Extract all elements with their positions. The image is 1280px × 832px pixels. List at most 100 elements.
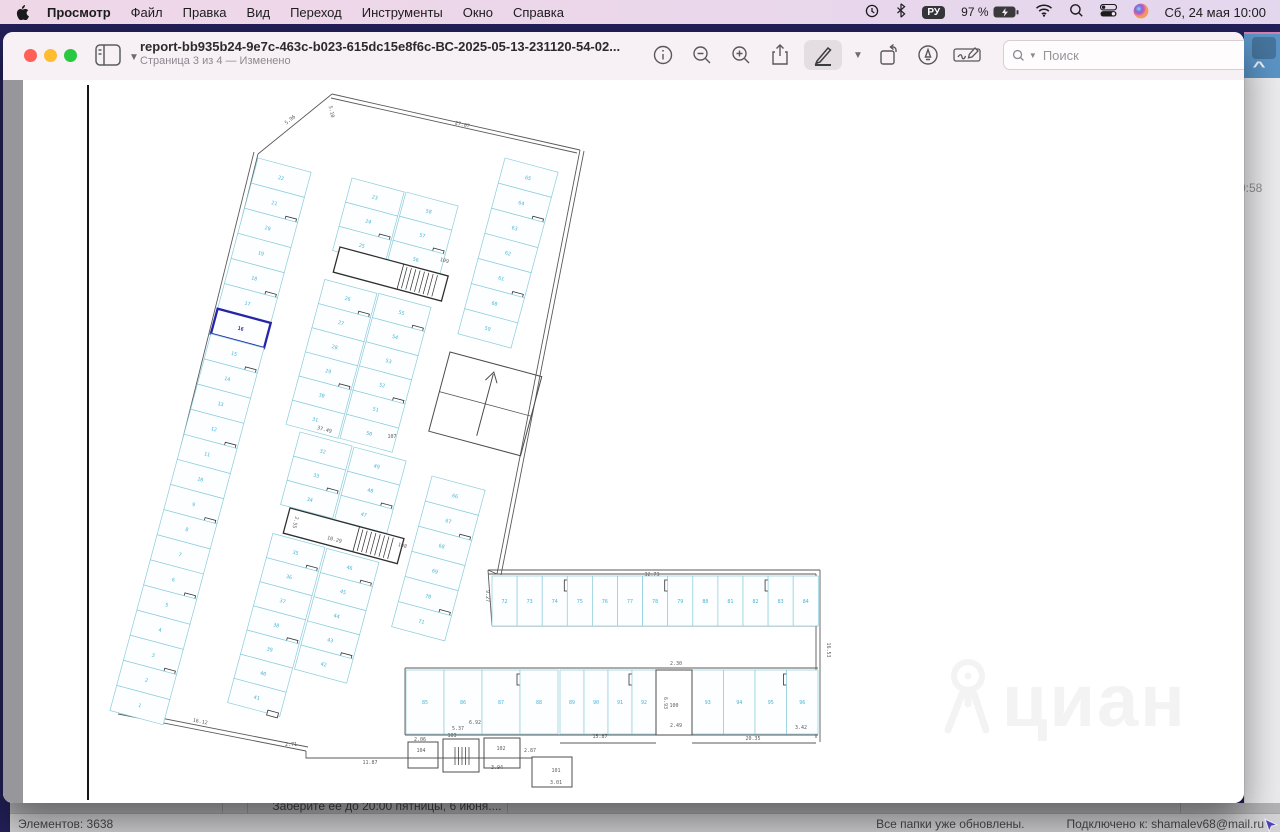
background-list-row[interactable]: Заберите ее до 20:00 пятницы, 6 июня.... (10, 803, 1280, 813)
svg-text:3.42: 3.42 (795, 725, 807, 731)
svg-text:82: 82 (753, 599, 759, 605)
chevron-up-icon[interactable]: ^ (1253, 58, 1266, 74)
wifi-icon[interactable] (1035, 4, 1053, 20)
list-divider (1180, 803, 1181, 813)
zoom-button[interactable] (64, 49, 77, 62)
svg-text:95: 95 (768, 700, 774, 706)
svg-text:92: 92 (641, 700, 647, 706)
svg-text:75: 75 (577, 599, 583, 605)
title-bar[interactable]: ▼ report-bb935b24-9e7c-463c-b023-615dc15… (3, 32, 1244, 81)
svg-text:84: 84 (803, 599, 809, 605)
floor-plan: 2221201918171615141312111098765432123242… (3, 80, 1244, 803)
siri-icon[interactable] (1133, 3, 1149, 22)
menu-4[interactable]: Переход (280, 5, 352, 20)
background-window-header: ^ (1244, 32, 1280, 80)
svg-text:74: 74 (552, 599, 558, 605)
svg-text:32.73: 32.73 (644, 572, 659, 578)
background-window-panel: 0:58 (1244, 78, 1280, 812)
mouse-cursor (1264, 818, 1278, 832)
items-count: Элементов: 3638 (18, 817, 113, 831)
share-button[interactable] (765, 40, 795, 70)
svg-text:83: 83 (778, 599, 784, 605)
svg-text:89: 89 (569, 700, 575, 706)
svg-text:2.49: 2.49 (670, 723, 682, 729)
svg-text:5.37: 5.37 (452, 726, 464, 732)
background-window-button[interactable] (1252, 37, 1276, 59)
svg-text:2.06: 2.06 (414, 737, 426, 743)
svg-text:77: 77 (627, 599, 633, 605)
svg-text:100: 100 (669, 703, 678, 709)
preview-window: ▼ report-bb935b24-9e7c-463c-b023-615dc15… (3, 32, 1244, 803)
search-scope-chevron[interactable]: ▼ (1029, 51, 1037, 60)
sidebar-chevron-icon[interactable]: ▼ (129, 52, 139, 63)
search-input[interactable] (1041, 47, 1244, 64)
info-button[interactable] (648, 40, 678, 70)
svg-text:6.93: 6.93 (662, 697, 668, 709)
menu-0[interactable]: Просмотр (37, 5, 121, 20)
spotlight-icon[interactable] (1069, 3, 1084, 21)
sidebar-toggle-button[interactable] (95, 44, 125, 68)
minimize-button[interactable] (44, 49, 57, 62)
document-area[interactable]: 2221201918171615141312111098765432123242… (3, 80, 1244, 803)
menu-2[interactable]: Правка (173, 5, 237, 20)
close-button[interactable] (24, 49, 37, 62)
svg-text:96: 96 (799, 700, 805, 706)
control-center-icon[interactable] (1100, 4, 1117, 20)
bluetooth-icon[interactable] (896, 3, 906, 21)
list-row-text: Заберите ее до 20:00 пятницы, 6 июня.... (257, 803, 517, 813)
svg-text:91: 91 (617, 700, 623, 706)
draw-pen-button[interactable] (913, 40, 943, 70)
menu-5[interactable]: Инструменты (352, 5, 453, 20)
battery-indicator[interactable]: 97 % (961, 5, 1018, 19)
menu-bar: ПросмотрФайлПравкаВидПереходИнструментыО… (0, 0, 1280, 24)
svg-text:72: 72 (502, 599, 508, 605)
svg-text:104: 104 (416, 748, 425, 754)
svg-text:87: 87 (498, 700, 504, 706)
svg-text:94: 94 (736, 700, 742, 706)
menu-1[interactable]: Файл (121, 5, 173, 20)
background-status-bar: Элементов: 3638 Все папки уже обновлены.… (10, 813, 1280, 832)
apple-icon[interactable] (16, 5, 29, 20)
zoom-out-button[interactable] (687, 40, 717, 70)
signature-button[interactable] (952, 40, 982, 70)
list-divider (247, 803, 248, 813)
svg-text:27.07: 27.07 (454, 120, 470, 129)
connected-account-status: Подключено к: shamalev68@mail.ru (1066, 817, 1264, 831)
rotate-button[interactable] (874, 40, 904, 70)
svg-text:6.92: 6.92 (469, 720, 481, 726)
svg-text:2.30: 2.30 (670, 661, 682, 667)
menu-6[interactable]: Окно (453, 5, 503, 20)
svg-text:2.87: 2.87 (524, 748, 536, 754)
list-divider (222, 803, 223, 813)
svg-text:76: 76 (602, 599, 608, 605)
svg-text:78: 78 (652, 599, 658, 605)
markup-options-chevron[interactable]: ▼ (853, 50, 863, 61)
menu-bar-clock[interactable]: Сб, 24 мая 10:00 (1165, 5, 1266, 20)
svg-text:107: 107 (387, 434, 396, 440)
menu-bar-status: РУ 97 % Сб, 24 мая 10:00 (864, 3, 1280, 22)
markup-highlight-button[interactable] (804, 40, 842, 70)
folders-updated-status: Все папки уже обновлены. (876, 817, 1024, 831)
svg-text:90: 90 (593, 700, 599, 706)
time-machine-icon[interactable] (864, 3, 880, 22)
document-title: report-bb935b24-9e7c-463c-b023-615dc15e8… (140, 39, 620, 54)
toolbar: ▼ ▼ (648, 40, 1244, 70)
svg-text:20.35: 20.35 (745, 736, 760, 742)
svg-text:93: 93 (705, 700, 711, 706)
menu-3[interactable]: Вид (237, 5, 281, 20)
svg-text:88: 88 (536, 700, 542, 706)
search-field[interactable]: ▼ (1003, 40, 1244, 70)
zoom-in-button[interactable] (726, 40, 756, 70)
svg-text:81: 81 (727, 599, 733, 605)
svg-text:3.94: 3.94 (491, 765, 503, 771)
keyboard-layout-badge[interactable]: РУ (922, 6, 945, 19)
document-page-status: Страница 3 из 4 — Изменено (140, 55, 620, 67)
svg-text:5.10: 5.10 (327, 105, 336, 118)
svg-text:11.87: 11.87 (362, 760, 377, 766)
svg-text:2.71: 2.71 (285, 742, 297, 748)
menu-7[interactable]: Справка (503, 5, 574, 20)
svg-text:103: 103 (447, 733, 456, 739)
svg-text:101: 101 (551, 768, 560, 774)
svg-text:3.01: 3.01 (550, 780, 562, 786)
svg-text:80: 80 (702, 599, 708, 605)
